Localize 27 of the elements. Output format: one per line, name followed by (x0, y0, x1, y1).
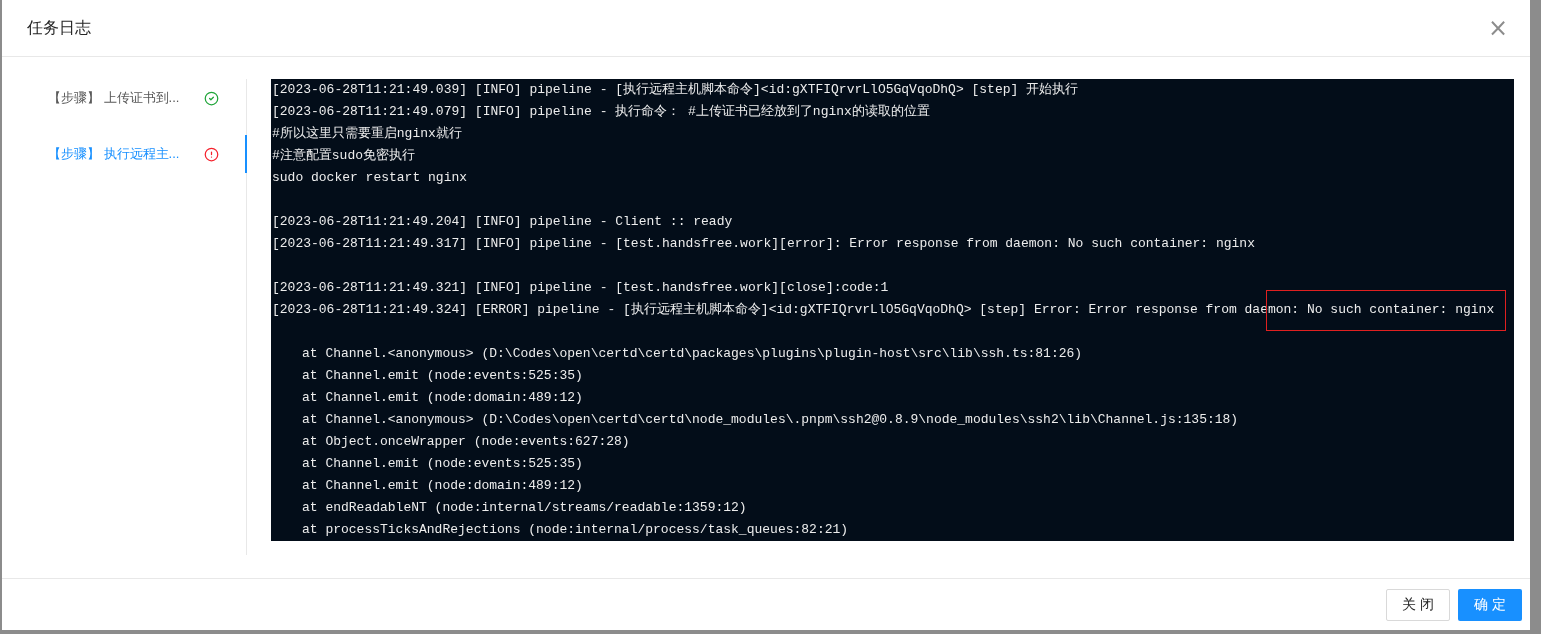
log-line: #所以这里只需要重启nginx就行 (272, 125, 462, 143)
alert-circle-icon (204, 146, 219, 162)
close-button[interactable]: × (1487, 16, 1508, 40)
log-line: [2023-06-28T11:21:49.039] [INFO] pipeline - [执行远程主机脚本命令]<id:gXTFIQrvrLlO5GqVqoDhQ> [step] 开始执行 (272, 81, 1079, 99)
check-circle-icon (204, 90, 219, 106)
log-line: [2023-06-28T11:21:49.317] [INFO] pipeline - [test.handsfree.work][error]: Error response from daemon: No such container: nginx (272, 235, 1255, 253)
log-line: at processTicksAndRejections (node:internal/process/task_queues:82:21) (302, 521, 849, 539)
log-line: at Channel.emit (node:domain:489:12) (302, 389, 583, 407)
log-line: [2023-06-28T11:21:49.321] [INFO] pipeline - [test.handsfree.work][close]:code:1 (272, 279, 889, 297)
step-item[interactable]: 【步骤】 上传证书到... (2, 79, 247, 117)
step-label: 【步骤】 执行远程主... (48, 145, 181, 164)
step-item[interactable]: 【步骤】 执行远程主... (2, 135, 247, 173)
log-line: at Channel.emit (node:domain:489:12) (302, 477, 583, 495)
log-line: at Channel.<anonymous> (D:\Codes\open\certd\certd\node_modules\.pnpm\ssh2@0.8.9\node_modules\ssh2\lib\Channel.js:135:18) (302, 411, 1239, 429)
log-line: [2023-06-28T11:21:49.204] [INFO] pipeline - Client :: ready (272, 213, 733, 231)
dialog-title: 任务日志 (27, 18, 91, 38)
log-line: [2023-06-28T11:21:49.079] [INFO] pipeline - 执行命令： #上传证书已经放到了nginx的读取的位置 (272, 103, 930, 121)
confirm-button[interactable]: 确 定 (1458, 588, 1522, 621)
log-line: at Channel.<anonymous> (D:\Codes\open\certd\certd\packages\plugins\plugin-host\src\lib\ssh.ts:81:26) (302, 345, 1083, 363)
log-line: at Channel.emit (node:events:525:35) (302, 455, 583, 473)
close-dialog-button[interactable]: 关 闭 (1386, 588, 1450, 621)
log-line: at endReadableNT (node:internal/streams/readable:1359:12) (302, 499, 747, 517)
log-line: #注意配置sudo免密执行 (272, 147, 415, 165)
log-line: sudo docker restart nginx (272, 169, 468, 187)
step-label: 【步骤】 上传证书到... (48, 89, 181, 108)
log-line: at Channel.emit (node:events:525:35) (302, 367, 583, 385)
log-line: at Object.onceWrapper (node:events:627:28) (302, 433, 630, 451)
